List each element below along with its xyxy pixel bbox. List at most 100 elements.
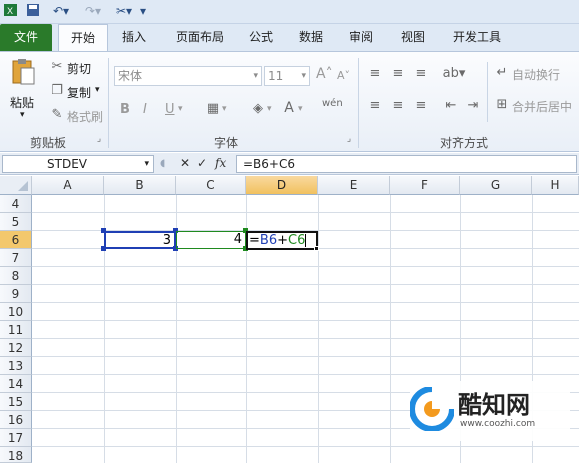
- copy-button[interactable]: 复制: [67, 84, 91, 101]
- clipboard-launcher-icon[interactable]: ⌟: [94, 134, 104, 144]
- increase-indent-icon[interactable]: ⇥: [464, 98, 482, 113]
- svg-text:X: X: [7, 6, 13, 16]
- row-header-11[interactable]: 11: [0, 321, 32, 339]
- row-header-16[interactable]: 16: [0, 411, 32, 429]
- redo-icon[interactable]: ↷▾: [80, 3, 106, 20]
- ref-handle[interactable]: [101, 246, 106, 251]
- cell-b6[interactable]: 3: [104, 231, 176, 249]
- row-header-10[interactable]: 10: [0, 303, 32, 321]
- gridline: [390, 195, 391, 463]
- row-header-6[interactable]: 6: [0, 231, 32, 249]
- fill-color-icon[interactable]: ◈: [250, 101, 266, 116]
- fill-dropdown-icon[interactable]: ▾: [267, 104, 272, 114]
- align-right-icon[interactable]: ≡: [412, 98, 430, 113]
- qat-dropdown-icon[interactable]: ▾: [138, 3, 148, 20]
- grow-font-button[interactable]: A˄: [316, 66, 333, 82]
- column-header-a[interactable]: A: [32, 176, 104, 195]
- separator: [108, 58, 109, 148]
- save-icon[interactable]: [26, 3, 40, 20]
- row-header-4[interactable]: 4: [0, 195, 32, 213]
- merge-center-button[interactable]: 合并后居中: [512, 98, 572, 115]
- separator: [358, 58, 359, 148]
- paste-icon[interactable]: [10, 58, 36, 86]
- cut-button[interactable]: 剪切: [67, 60, 91, 77]
- column-header-h[interactable]: H: [532, 176, 579, 195]
- row-header-17[interactable]: 17: [0, 429, 32, 447]
- row-header-9[interactable]: 9: [0, 285, 32, 303]
- decrease-indent-icon[interactable]: ⇤: [442, 98, 460, 113]
- column-header-e[interactable]: E: [318, 176, 390, 195]
- tab-page-layout[interactable]: 页面布局: [164, 24, 236, 51]
- row-header-15[interactable]: 15: [0, 393, 32, 411]
- tab-data[interactable]: 数据: [290, 24, 332, 51]
- font-color-dropdown-icon[interactable]: ▾: [298, 104, 303, 114]
- font-color-icon[interactable]: A: [282, 100, 296, 116]
- font-size-value: 11: [268, 69, 284, 83]
- underline-button[interactable]: U: [165, 102, 175, 117]
- format-painter-button[interactable]: 格式刷: [67, 108, 103, 125]
- italic-button[interactable]: I: [143, 102, 147, 117]
- font-size-select[interactable]: 11 ▾: [264, 66, 310, 86]
- splitter-icon[interactable]: ◖: [160, 158, 172, 170]
- borders-dropdown-icon[interactable]: ▾: [222, 104, 227, 114]
- align-center-icon[interactable]: ≡: [389, 98, 407, 113]
- tab-file[interactable]: 文件: [0, 24, 52, 51]
- copy-icon[interactable]: ❐: [50, 83, 64, 98]
- tab-view[interactable]: 视图: [392, 24, 434, 51]
- name-box[interactable]: STDEV ▾: [2, 155, 154, 173]
- column-header-c[interactable]: C: [176, 176, 246, 195]
- align-top-icon[interactable]: ≡: [366, 66, 384, 81]
- formula-bar: STDEV ▾ ◖ ✕ ✓ fx =B6+C6: [0, 153, 579, 175]
- watermark-url: www.coozhi.com: [460, 419, 536, 429]
- paste-dropdown-icon[interactable]: ▾: [20, 110, 25, 120]
- phonetic-icon[interactable]: wén: [322, 98, 343, 109]
- row-header-8[interactable]: 8: [0, 267, 32, 285]
- align-left-icon[interactable]: ≡: [366, 98, 384, 113]
- cell-c6[interactable]: 4: [176, 231, 246, 249]
- copy-dropdown-icon[interactable]: ▾: [95, 85, 100, 95]
- bold-button[interactable]: B: [120, 102, 130, 117]
- column-header-g[interactable]: G: [460, 176, 532, 195]
- cancel-icon[interactable]: ✕: [180, 156, 190, 170]
- paste-button[interactable]: 粘贴: [10, 94, 34, 111]
- tab-home[interactable]: 开始: [58, 24, 108, 52]
- enter-icon[interactable]: ✓: [197, 156, 207, 170]
- row-header-13[interactable]: 13: [0, 357, 32, 375]
- excel-logo-icon: X: [4, 3, 18, 20]
- cell-d6-active[interactable]: =B6+C6: [246, 231, 318, 250]
- shrink-font-button[interactable]: A˅: [337, 69, 350, 82]
- orientation-icon[interactable]: ab▾: [442, 66, 466, 81]
- tab-insert[interactable]: 插入: [110, 24, 158, 51]
- row-header-7[interactable]: 7: [0, 249, 32, 267]
- row-header-12[interactable]: 12: [0, 339, 32, 357]
- clipboard-group-label: 剪贴板: [30, 136, 67, 150]
- formula-input[interactable]: =B6+C6: [236, 155, 577, 173]
- cell-d6-formula: =B6+C6: [249, 233, 307, 248]
- format-painter-icon[interactable]: ✎: [50, 107, 64, 122]
- wrap-text-button[interactable]: 自动换行: [512, 66, 560, 83]
- wrap-text-icon[interactable]: ↵: [494, 65, 510, 80]
- select-all-corner[interactable]: [0, 176, 32, 195]
- tab-developer[interactable]: 开发工具: [444, 24, 510, 51]
- scissors-icon[interactable]: ✂: [50, 59, 64, 74]
- font-name-select[interactable]: 宋体 ▾: [114, 66, 262, 86]
- row-header-5[interactable]: 5: [0, 213, 32, 231]
- tab-review[interactable]: 审阅: [340, 24, 382, 51]
- column-header-b[interactable]: B: [104, 176, 176, 195]
- insert-function-icon[interactable]: fx: [215, 156, 226, 170]
- merge-center-icon[interactable]: ⊞: [494, 97, 510, 112]
- borders-icon[interactable]: ▦: [205, 101, 221, 116]
- fill-handle[interactable]: [314, 246, 319, 251]
- row-header-14[interactable]: 14: [0, 375, 32, 393]
- row-header-18[interactable]: 18: [0, 447, 32, 463]
- align-middle-icon[interactable]: ≡: [389, 66, 407, 81]
- ref-handle[interactable]: [101, 228, 106, 233]
- column-header-f[interactable]: F: [390, 176, 460, 195]
- underline-dropdown-icon[interactable]: ▾: [178, 104, 183, 114]
- column-header-d[interactable]: D: [246, 176, 318, 195]
- align-bottom-icon[interactable]: ≡: [412, 66, 430, 81]
- customize-icon[interactable]: ✂▾: [112, 3, 136, 20]
- font-launcher-icon[interactable]: ⌟: [344, 134, 354, 144]
- undo-icon[interactable]: ↶▾: [48, 3, 74, 20]
- tab-formulas[interactable]: 公式: [240, 24, 282, 51]
